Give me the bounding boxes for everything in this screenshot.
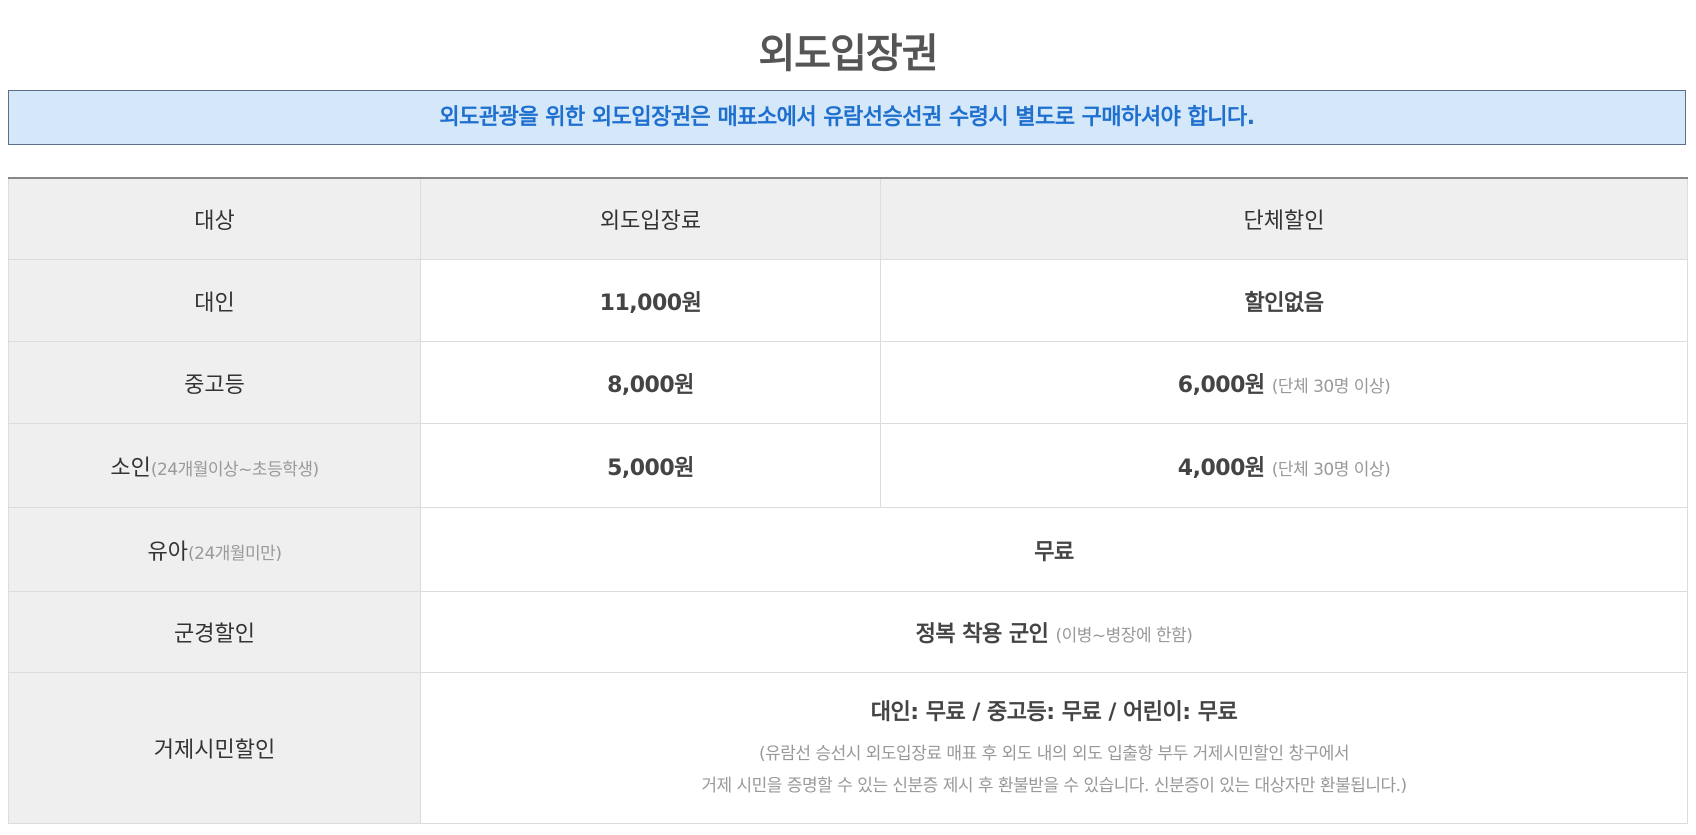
youth-group-price: 6,000원 bbox=[1177, 372, 1265, 398]
child-label: 소인 bbox=[110, 455, 151, 481]
citizen-note-line-1: (유람선 승선시 외도입장료 매표 후 외도 내의 외도 입출항 부두 거제시민… bbox=[759, 744, 1349, 764]
citizen-note-line-2: 거제 시민을 증명할 수 있는 신분증 제시 후 환불받을 수 있습니다. 신분… bbox=[701, 776, 1407, 796]
child-group-price: 4,000원 bbox=[1177, 455, 1265, 481]
header-group-discount: 단체할인 bbox=[880, 177, 1688, 260]
table-row-child: 소인(24개월이상~초등학생) 5,000원 4,000원 (단체 30명 이상… bbox=[8, 423, 1688, 508]
table-row-citizen: 거제시민할인 대인: 무료 / 중고등: 무료 / 어린이: 무료 (유람선 승… bbox=[8, 672, 1688, 824]
military-value: 정복 착용 군인 bbox=[915, 622, 1049, 647]
row-label-child: 소인(24개월이상~초등학생) bbox=[8, 423, 421, 508]
table-header-row: 대상 외도입장료 단체할인 bbox=[8, 177, 1688, 260]
table-row-military: 군경할인 정복 착용 군인 (이병~병장에 한함) bbox=[8, 591, 1688, 673]
adult-group-discount: 할인없음 bbox=[880, 259, 1688, 342]
row-label-citizen: 거제시민할인 bbox=[8, 672, 421, 824]
youth-group-discount: 6,000원 (단체 30명 이상) bbox=[880, 341, 1688, 424]
infant-label: 유아 bbox=[147, 539, 188, 565]
row-label-adult: 대인 bbox=[8, 259, 421, 342]
child-group-note: (단체 30명 이상) bbox=[1271, 459, 1391, 480]
table-row-infant: 유아(24개월미만) 무료 bbox=[8, 507, 1688, 592]
notice-banner: 외도관광을 위한 외도입장권은 매표소에서 유람선승선권 수령시 별도로 구매하… bbox=[8, 90, 1686, 145]
infant-label-note: (24개월미만) bbox=[188, 543, 282, 564]
military-note: (이병~병장에 한함) bbox=[1055, 626, 1193, 646]
row-label-infant: 유아(24개월미만) bbox=[8, 507, 421, 592]
infant-fee: 무료 bbox=[420, 507, 1688, 592]
child-fee: 5,000원 bbox=[420, 423, 881, 508]
admission-price-table: 대상 외도입장료 단체할인 대인 11,000원 할인없음 중고등 8,000원… bbox=[8, 177, 1688, 824]
child-label-note: (24개월이상~초등학생) bbox=[150, 459, 319, 480]
header-target: 대상 bbox=[8, 177, 421, 260]
table-row-adult: 대인 11,000원 할인없음 bbox=[8, 259, 1688, 342]
youth-group-note: (단체 30명 이상) bbox=[1271, 376, 1391, 397]
citizen-value: 대인: 무료 / 중고등: 무료 / 어린이: 무료 bbox=[870, 700, 1238, 725]
military-discount: 정복 착용 군인 (이병~병장에 한함) bbox=[420, 591, 1688, 673]
row-label-youth: 중고등 bbox=[8, 341, 421, 424]
header-admission-fee: 외도입장료 bbox=[420, 177, 881, 260]
youth-fee: 8,000원 bbox=[420, 341, 881, 424]
citizen-discount: 대인: 무료 / 중고등: 무료 / 어린이: 무료 (유람선 승선시 외도입장… bbox=[420, 672, 1688, 824]
table-row-youth: 중고등 8,000원 6,000원 (단체 30명 이상) bbox=[8, 341, 1688, 424]
row-label-military: 군경할인 bbox=[8, 591, 421, 673]
child-group-discount: 4,000원 (단체 30명 이상) bbox=[880, 423, 1688, 508]
adult-fee: 11,000원 bbox=[420, 259, 881, 342]
page-title: 외도입장권 bbox=[758, 31, 939, 77]
